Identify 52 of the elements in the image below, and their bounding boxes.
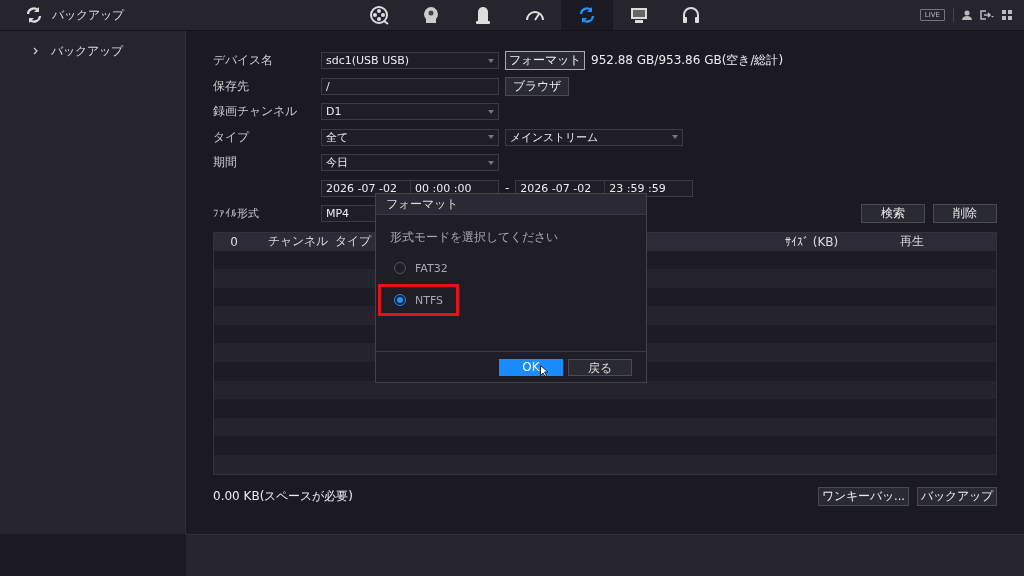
column-header: 0 <box>230 234 238 249</box>
action-button[interactable]: ワンキーバッ... <box>818 486 909 506</box>
head-gear-icon <box>421 5 441 25</box>
headphones-icon <box>681 5 701 25</box>
cursor-icon <box>540 364 548 377</box>
option-label[interactable]: FAT32 <box>415 261 448 275</box>
caret-icon <box>488 160 494 165</box>
space-required-text: 0.00 KB(スペースが必要) <box>213 487 353 505</box>
action-button[interactable]: フォーマット <box>505 51 585 71</box>
dropdown[interactable]: 全て <box>321 128 499 146</box>
sync-icon <box>577 5 597 25</box>
dialog-title: フォーマット <box>376 194 646 215</box>
field-label: ﾌｧｲﾙ形式 <box>213 207 259 221</box>
sync-icon <box>24 5 44 25</box>
field-label: 期間 <box>213 155 237 170</box>
film-reel-icon <box>369 5 389 25</box>
field-label: デバイス名 <box>213 53 273 68</box>
dropdown[interactable]: 今日 <box>321 154 499 172</box>
logout-icon[interactable] <box>980 10 994 20</box>
column-header: タイプ <box>335 234 371 248</box>
action-button[interactable]: バックアップ <box>917 486 997 506</box>
column-header: 再生 <box>900 234 924 248</box>
column-header: ｻｲｽﾞ (KB) <box>785 234 839 249</box>
caret-icon <box>488 135 494 140</box>
bell-icon <box>473 5 493 25</box>
dropdown[interactable]: D1 <box>321 103 499 121</box>
caret-icon <box>672 135 678 140</box>
field-label: 録画チャンネル <box>213 104 297 119</box>
column-header: チャンネル <box>268 234 328 248</box>
monitor-icon <box>629 5 649 25</box>
action-button[interactable]: 検索 <box>861 204 925 224</box>
action-button[interactable]: 削除 <box>933 204 997 224</box>
chevron-icon <box>33 47 39 55</box>
dialog-prompt: 形式モードを選択してください <box>389 229 559 246</box>
caret-icon <box>488 109 494 114</box>
input-field[interactable]: / <box>321 77 499 95</box>
field-label: 保存先 <box>213 78 249 93</box>
caret-icon <box>488 58 494 63</box>
option-label[interactable]: NTFS <box>415 293 444 307</box>
dropdown[interactable]: メインストリーム <box>505 128 683 146</box>
grid-icon[interactable] <box>1002 10 1012 20</box>
user-icon[interactable] <box>962 10 972 20</box>
dash: - <box>505 181 510 196</box>
field-label: タイプ <box>213 129 249 144</box>
sync-tab[interactable] <box>561 0 613 30</box>
page-title: バックアップ <box>52 6 124 24</box>
dropdown[interactable]: sdc1(USB USB) <box>321 52 499 70</box>
date-field[interactable]: 2026 -07 -02 <box>321 179 411 197</box>
capacity-text: 952.88 GB/953.86 GB(空き/総計) <box>591 52 784 70</box>
back-button[interactable]: 戻る <box>568 358 632 376</box>
sidebar-item[interactable]: バックアップ <box>51 42 123 60</box>
action-button[interactable]: ブラウザ <box>505 76 569 96</box>
